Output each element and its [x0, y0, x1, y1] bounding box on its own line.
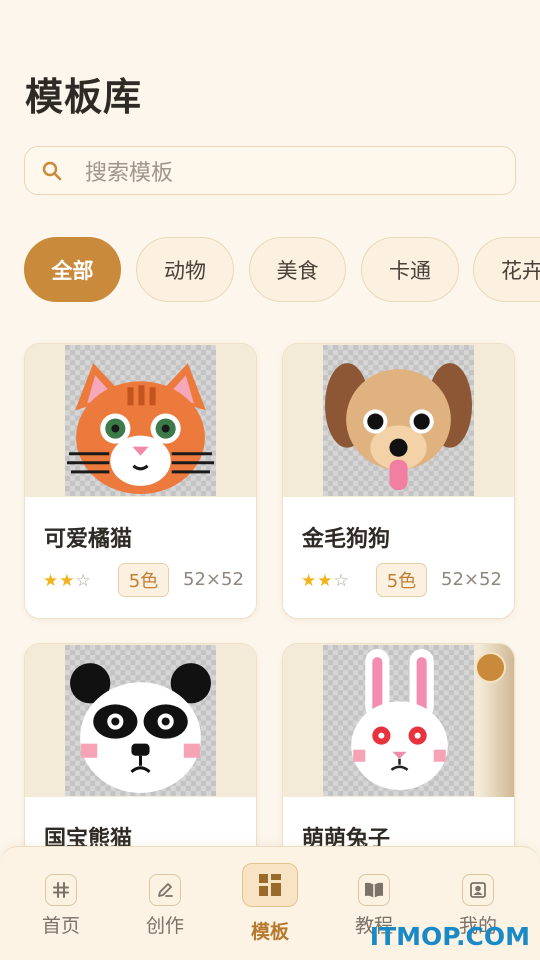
tab-home[interactable]: 首页 [11, 847, 111, 960]
search-icon [41, 160, 63, 182]
template-card[interactable]: 金毛狗狗 ★★☆ 5色 52×52 [282, 343, 515, 619]
tab-label: 创作 [145, 915, 184, 937]
difficulty-stars: ★★☆ [301, 571, 350, 591]
golden-dog-pixel-art [323, 345, 474, 496]
lock-icon [475, 652, 506, 683]
category-chip-animals[interactable]: 动物 [136, 237, 234, 302]
category-filter-bar: 全部 动物 美食 卡通 花卉 [24, 237, 540, 303]
category-chip-all[interactable]: 全部 [24, 237, 121, 302]
orange-cat-pixel-art [65, 345, 216, 496]
template-name: 可爱橘猫 [44, 527, 133, 552]
book-icon [358, 874, 390, 906]
tab-label: 首页 [41, 915, 80, 937]
watermark: ITMOP.COM [369, 922, 530, 951]
template-thumbnail [283, 344, 514, 497]
white-rabbit-pixel-art [323, 645, 474, 796]
profile-icon [462, 874, 494, 906]
difficulty-stars: ★★☆ [43, 571, 92, 591]
color-count-badge: 5色 [376, 563, 427, 597]
category-chip-food[interactable]: 美食 [249, 237, 346, 302]
template-grid-icon [242, 863, 298, 907]
template-thumbnail [283, 644, 514, 797]
search-bar[interactable]: 搜索模板 [24, 146, 516, 195]
pencil-icon [149, 874, 181, 906]
panda-pixel-art [65, 645, 216, 796]
grid-size: 52×52 [183, 569, 244, 590]
grid-size: 52×52 [441, 569, 502, 590]
page-title: 模板库 [25, 75, 143, 119]
search-input[interactable]: 搜索模板 [85, 155, 173, 187]
tab-label: 模板 [250, 921, 289, 943]
tab-create[interactable]: 创作 [115, 847, 215, 960]
color-count-badge: 5色 [118, 563, 169, 597]
template-thumbnail [25, 344, 256, 497]
hash-icon [45, 874, 77, 906]
category-chip-cartoon[interactable]: 卡通 [361, 237, 459, 302]
category-chip-flowers[interactable]: 花卉 [473, 237, 540, 302]
template-card[interactable]: 可爱橘猫 ★★☆ 5色 52×52 [24, 343, 257, 619]
tab-templates[interactable]: 模板 [220, 847, 320, 960]
template-thumbnail [25, 644, 256, 797]
template-name: 金毛狗狗 [302, 527, 391, 552]
